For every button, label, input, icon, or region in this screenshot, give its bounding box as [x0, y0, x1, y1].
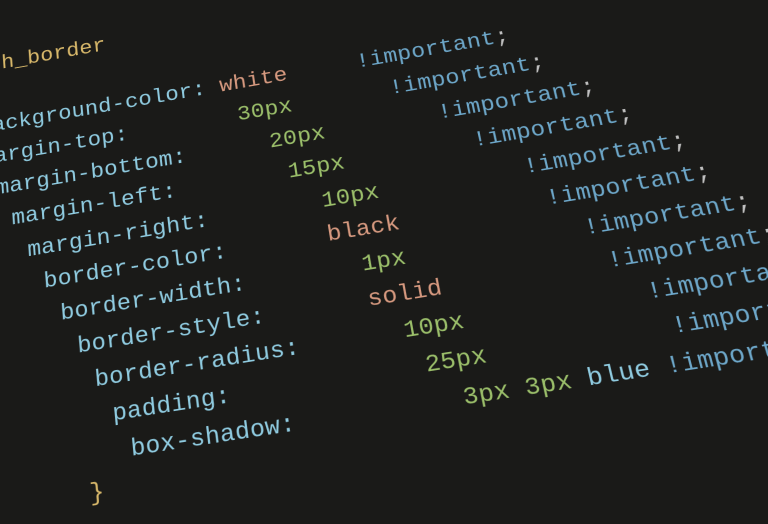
value: 10px	[320, 179, 381, 213]
value: 1px	[360, 245, 408, 278]
value-extra: blue	[584, 356, 653, 394]
value: 30px	[236, 95, 294, 128]
value: 25px	[423, 343, 489, 380]
value: 15px	[287, 151, 347, 185]
value: solid	[366, 275, 445, 313]
value: 10px	[402, 308, 467, 344]
code-screenshot: .with_border { background-color: white !…	[0, 0, 768, 524]
css-code-block: .with_border { background-color: white !…	[0, 0, 768, 524]
value: 20px	[268, 121, 327, 154]
